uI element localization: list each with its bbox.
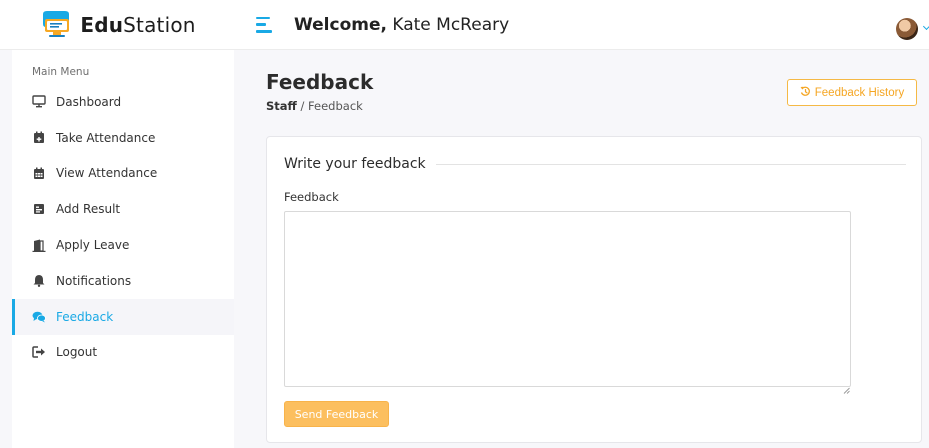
page-title: Feedback	[266, 70, 374, 94]
sidebar-item-logout[interactable]: Logout	[12, 335, 234, 371]
history-icon	[800, 86, 811, 100]
door-open-icon	[32, 238, 46, 252]
sidebar-item-label: Add Result	[56, 202, 121, 217]
resize-grip-icon[interactable]	[843, 379, 850, 394]
brand-name: EduStation	[80, 13, 195, 37]
chat-monitor-logo-icon	[38, 10, 72, 40]
breadcrumb-separator: /	[300, 99, 305, 113]
sidebar-item-take-attendance[interactable]: Take Attendance	[12, 120, 234, 156]
form-legend: Write your feedback	[284, 156, 906, 172]
sidebar-item-label: Apply Leave	[56, 238, 130, 253]
feedback-form-card: Write your feedback Feedback Send Feedba…	[266, 136, 922, 443]
feedback-field-label: Feedback	[284, 190, 339, 204]
app-header: EduStation Welcome, Kate McReary	[0, 0, 929, 50]
welcome-label: Welcome,	[294, 14, 387, 35]
sidebar-item-feedback[interactable]: Feedback	[12, 298, 234, 335]
sidebar-item-label: Notifications	[56, 273, 132, 288]
monitor-icon	[32, 95, 46, 109]
sign-out-icon	[32, 345, 46, 359]
bell-icon	[32, 274, 46, 288]
legend-divider	[435, 163, 906, 165]
menu-toggle-icon[interactable]	[256, 16, 274, 33]
send-feedback-button[interactable]: Send Feedback	[284, 401, 389, 427]
calendar-plus-icon	[32, 131, 46, 145]
feedback-history-label: Feedback History	[814, 86, 905, 99]
feedback-history-button[interactable]: Feedback History	[787, 79, 917, 106]
sidebar-item-label: Logout	[56, 345, 98, 360]
comments-icon	[32, 310, 46, 324]
welcome-message: Welcome, Kate McReary	[294, 15, 509, 35]
sidebar-item-label: Take Attendance	[56, 130, 156, 145]
sidebar-item-view-attendance[interactable]: View Attendance	[12, 156, 234, 192]
user-name: Kate McReary	[392, 14, 510, 35]
sidebar-item-notifications[interactable]: Notifications	[12, 263, 234, 299]
brand-logo[interactable]: EduStation	[0, 0, 234, 50]
feedback-textarea[interactable]	[284, 211, 851, 387]
breadcrumb: Staff / Feedback	[266, 99, 363, 113]
sidebar-item-label: View Attendance	[56, 166, 158, 181]
report-icon	[32, 202, 46, 216]
sidebar-item-label: Dashboard	[56, 94, 122, 109]
brand-name-light: Station	[123, 12, 196, 37]
sidebar-item-dashboard[interactable]: Dashboard	[12, 84, 234, 120]
breadcrumb-current: Feedback	[308, 99, 363, 113]
brand-name-bold: Edu	[80, 12, 124, 37]
top-bar: Welcome, Kate McReary	[234, 0, 929, 50]
sidebar: Main Menu Dashboard Take Attendance View…	[12, 50, 234, 448]
user-avatar[interactable]	[896, 18, 918, 40]
sidebar-item-add-result[interactable]: Add Result	[12, 191, 234, 227]
form-legend-text: Write your feedback	[284, 156, 426, 172]
sidebar-item-label: Feedback	[56, 309, 114, 324]
calendar-icon	[32, 166, 46, 180]
breadcrumb-root[interactable]: Staff	[266, 99, 297, 113]
sidebar-item-apply-leave[interactable]: Apply Leave	[12, 227, 234, 263]
sidebar-title: Main Menu	[32, 66, 90, 78]
